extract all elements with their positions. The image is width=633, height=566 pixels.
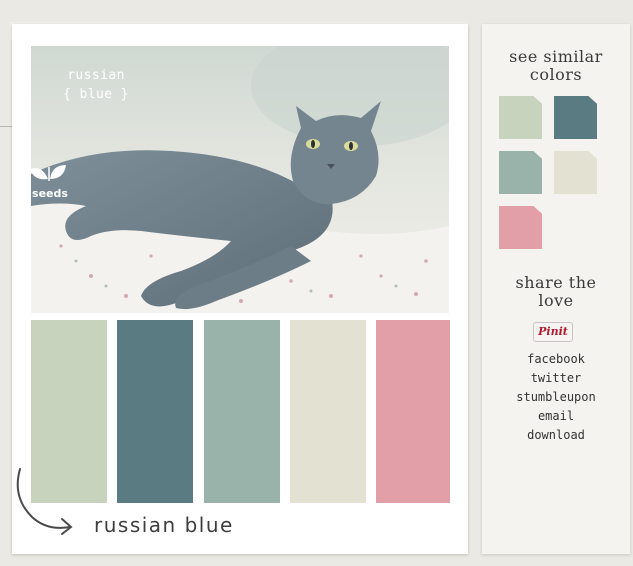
svg-text:seeds: seeds [32,187,68,200]
palette-card: russian { blue } seeds russian blue [12,24,468,554]
photo-title-line2: { blue } [63,87,129,102]
seeds-logo: seeds [30,165,68,200]
stumbleupon-link[interactable]: stumbleupon [482,388,630,407]
photo-title: russian { blue } [53,66,139,104]
sidebar: see similar colors share the love Pinit … [482,24,630,554]
similar-palette-4[interactable] [554,151,597,194]
swatch-2[interactable] [117,320,193,503]
arrow-icon [16,468,73,535]
similar-palette-5[interactable] [499,206,542,249]
share-heading: share the love [482,274,630,310]
similar-heading-line2: colors [529,65,583,84]
share-heading-line1: share the [515,273,597,292]
share-links: facebook twitter stumbleupon email downl… [482,350,630,445]
similar-heading: see similar colors [482,48,630,84]
email-link[interactable]: email [482,407,630,426]
twitter-link[interactable]: twitter [482,369,630,388]
similar-palette-3[interactable] [499,151,542,194]
cat-photo: russian { blue } [31,46,449,313]
download-link[interactable]: download [482,426,630,445]
background-rule [0,126,12,127]
similar-palette-1[interactable] [499,96,542,139]
pinit-button[interactable]: Pinit [533,322,573,342]
similar-palette-2[interactable] [554,96,597,139]
palette-name: russian blue [94,513,234,537]
facebook-link[interactable]: facebook [482,350,630,369]
swatch-4[interactable] [290,320,366,503]
photo-title-line1: russian [67,68,125,83]
share-heading-line2: love [538,291,574,310]
similar-heading-line1: see similar [509,47,603,66]
swatch-5[interactable] [376,320,450,503]
swatch-3[interactable] [204,320,280,503]
